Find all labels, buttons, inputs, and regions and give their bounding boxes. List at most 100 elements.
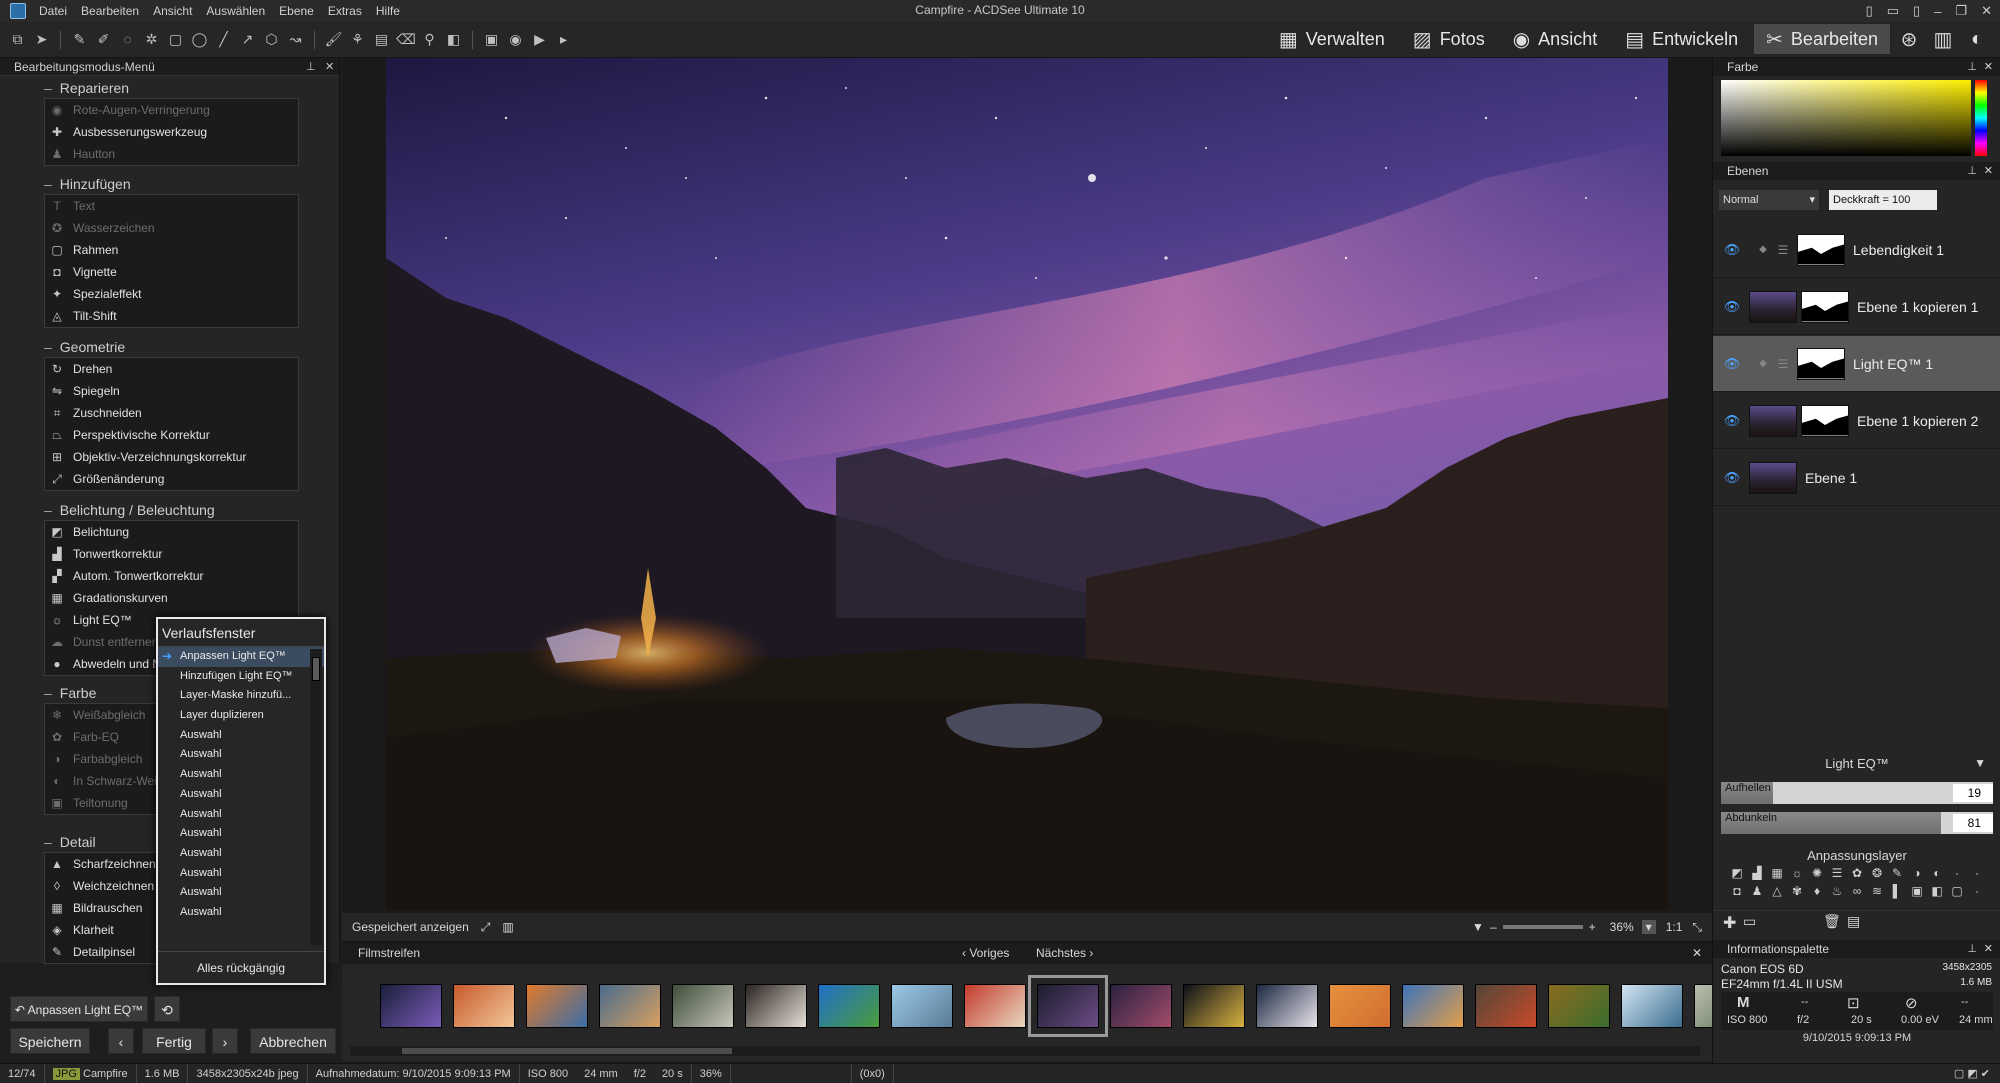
filmstrip-thumbnail[interactable] — [964, 984, 1026, 1028]
tool-item[interactable]: ⊞ Objektiv-Verzeichnungskorrektur — [45, 446, 298, 468]
filmstrip-thumbnail[interactable] — [745, 984, 807, 1028]
zoom-dropdown-icon[interactable]: ▼ — [1472, 920, 1484, 934]
menu-auswaehlen[interactable]: Auswählen — [199, 4, 272, 18]
stack-icon[interactable]: ≋ — [1867, 884, 1887, 898]
close-icon[interactable]: ✕ — [1692, 942, 1702, 964]
levels-icon[interactable]: ▟ — [1747, 866, 1767, 880]
section-title[interactable]: Farbe — [44, 685, 97, 701]
freehand-icon[interactable]: ↝ — [286, 30, 305, 49]
chevron-down-icon[interactable]: ▼ — [1974, 756, 1986, 770]
visibility-icon[interactable]: 👁 — [1721, 470, 1743, 486]
dashboard-icon[interactable]: ▥ — [1928, 24, 1958, 54]
gradient-icon[interactable]: ▌ — [1887, 884, 1907, 898]
menu-ansicht[interactable]: Ansicht — [146, 4, 199, 18]
filmstrip-thumbnail[interactable] — [1110, 984, 1172, 1028]
menu-ebene[interactable]: Ebene — [272, 4, 321, 18]
history-item[interactable]: Auswahl — [158, 903, 324, 923]
save-button[interactable]: Speichern — [10, 1028, 90, 1054]
ellipse-select-icon[interactable]: ◯ — [190, 30, 209, 49]
tool-item[interactable]: ⌗ Zuschneiden — [45, 402, 298, 424]
close-icon[interactable]: ✕ — [325, 58, 334, 76]
properties-icon[interactable]: ▤ — [1847, 913, 1860, 930]
history-icon[interactable]: ⟲ — [154, 996, 180, 1022]
section-title[interactable]: Geometrie — [44, 339, 125, 355]
close-icon[interactable]: ✕ — [1984, 940, 1993, 958]
filmstrip-thumbnail[interactable] — [1475, 984, 1537, 1028]
sliders-icon[interactable]: ☰ — [1827, 866, 1847, 880]
blank-icon[interactable]: · — [1947, 866, 1967, 880]
history-scrollbar[interactable] — [310, 649, 322, 945]
tool-item[interactable]: ◬ Tilt-Shift — [45, 305, 298, 327]
minimize-icon[interactable]: – — [1934, 4, 1941, 19]
restore-icon[interactable]: ❐ — [1955, 3, 1967, 19]
color-eq-icon[interactable]: ✿ — [1847, 866, 1867, 880]
filmstrip-thumbnail[interactable] — [1183, 984, 1245, 1028]
close-icon[interactable]: ✕ — [1984, 58, 1993, 76]
zoom-menu-icon[interactable]: ▾ — [1641, 920, 1656, 934]
previous-icon[interactable]: ‹ — [108, 1028, 134, 1054]
triangle-icon[interactable]: △ — [1767, 884, 1787, 898]
sun-icon[interactable]: ✺ — [1807, 866, 1827, 880]
exposure-icon[interactable]: ◩ — [1727, 866, 1747, 880]
person-icon[interactable]: ♟ — [1747, 884, 1767, 898]
opacity-field[interactable]: Deckkraft = 100 — [1829, 190, 1937, 210]
tool-item[interactable]: ✦ Spezialeffekt — [45, 283, 298, 305]
tool-item[interactable]: ♟ Hautton — [45, 143, 298, 165]
close-icon[interactable]: ✕ — [1984, 162, 1993, 180]
section-title[interactable]: Detail — [44, 834, 96, 850]
tool-item[interactable]: ⤢ Größenänderung — [45, 468, 298, 490]
pin-icon[interactable]: ⊥ — [1967, 58, 1977, 76]
adjustment-slider[interactable]: Abdunkeln 81 — [1721, 812, 1993, 834]
hue-slider[interactable] — [1975, 80, 1987, 156]
mask-icon[interactable]: ◧ — [1927, 884, 1947, 898]
mode-fotos[interactable]: ▨ Fotos — [1401, 24, 1497, 54]
expand-icon[interactable]: ⤡ — [1692, 920, 1702, 935]
layer-row[interactable]: 👁 Ebene 1 — [1713, 450, 2000, 506]
filmstrip-thumbnail[interactable] — [1329, 984, 1391, 1028]
pointer-icon[interactable]: ➤ — [32, 30, 51, 49]
scroll-thumb[interactable] — [402, 1048, 732, 1054]
frame-icon[interactable]: ▢ — [1947, 884, 1967, 898]
mode-entwickeln[interactable]: ▤ Entwickeln — [1613, 24, 1750, 54]
layout-right-icon[interactable]: ▯ — [1913, 3, 1920, 19]
filmstrip-thumbnail[interactable] — [1548, 984, 1610, 1028]
mode-bearbeiten[interactable]: ✂ Bearbeiten — [1754, 24, 1890, 54]
tool-item[interactable]: ✚ Ausbesserungswerkzeug — [45, 121, 298, 143]
layer-row[interactable]: 👁 Ebene 1 kopieren 1 — [1713, 279, 2000, 335]
layer-mask-thumbnail[interactable] — [1801, 404, 1849, 437]
365-icon[interactable]: ⊛ — [1894, 24, 1924, 54]
line-icon[interactable]: ╱ — [214, 30, 233, 49]
drop-icon[interactable]: ♦ — [1807, 884, 1827, 898]
rect-select-icon[interactable]: ▢ — [166, 30, 185, 49]
link-icon[interactable]: ◆ — [1753, 358, 1773, 369]
pin-icon[interactable]: ⊥ — [306, 58, 316, 76]
histogram-icon[interactable]: ▥ — [502, 920, 513, 934]
tone-icon[interactable]: ◑ — [1907, 866, 1927, 880]
polygon-icon[interactable]: ⬡ — [262, 30, 281, 49]
brush-icon[interactable]: ✎ — [1887, 866, 1907, 880]
history-item[interactable]: Auswahl — [158, 883, 324, 903]
history-item[interactable]: Auswahl — [158, 844, 324, 864]
layer-row[interactable]: 👁 ◆ ☰ Lebendigkeit 1 — [1713, 222, 2000, 278]
view-mode-icons[interactable]: ▢ ◩ ✔ — [1954, 1067, 1990, 1080]
section-title[interactable]: Belichtung / Beleuchtung — [44, 502, 215, 518]
flower-icon[interactable]: ✾ — [1787, 884, 1807, 898]
visibility-icon[interactable]: 👁 — [1721, 242, 1743, 258]
history-item[interactable]: Auswahl — [158, 745, 324, 765]
next-link[interactable]: Nächstes › — [1036, 942, 1093, 964]
tool-item[interactable]: ⇋ Spiegeln — [45, 380, 298, 402]
zoom-in-icon[interactable]: + — [1589, 920, 1596, 934]
zoom-slider[interactable] — [1502, 925, 1583, 929]
tool-item[interactable]: ↻ Drehen — [45, 358, 298, 380]
section-title[interactable]: Reparieren — [44, 80, 129, 96]
history-item[interactable]: Auswahl — [158, 805, 324, 825]
lasso-icon[interactable]: ◌ — [118, 30, 137, 49]
image-icon[interactable]: ▣ — [1907, 884, 1927, 898]
dropper-icon[interactable]: ⚲ — [420, 30, 439, 49]
layer-mask-thumbnail[interactable] — [1797, 233, 1845, 266]
stack-icon[interactable]: ⧉ — [8, 30, 27, 49]
zoom-out-icon[interactable]: – — [1490, 920, 1497, 934]
blank-icon[interactable]: · — [1967, 866, 1987, 880]
layout-left-icon[interactable]: ▯ — [1866, 3, 1873, 19]
link-icon[interactable]: ◆ — [1753, 244, 1773, 255]
